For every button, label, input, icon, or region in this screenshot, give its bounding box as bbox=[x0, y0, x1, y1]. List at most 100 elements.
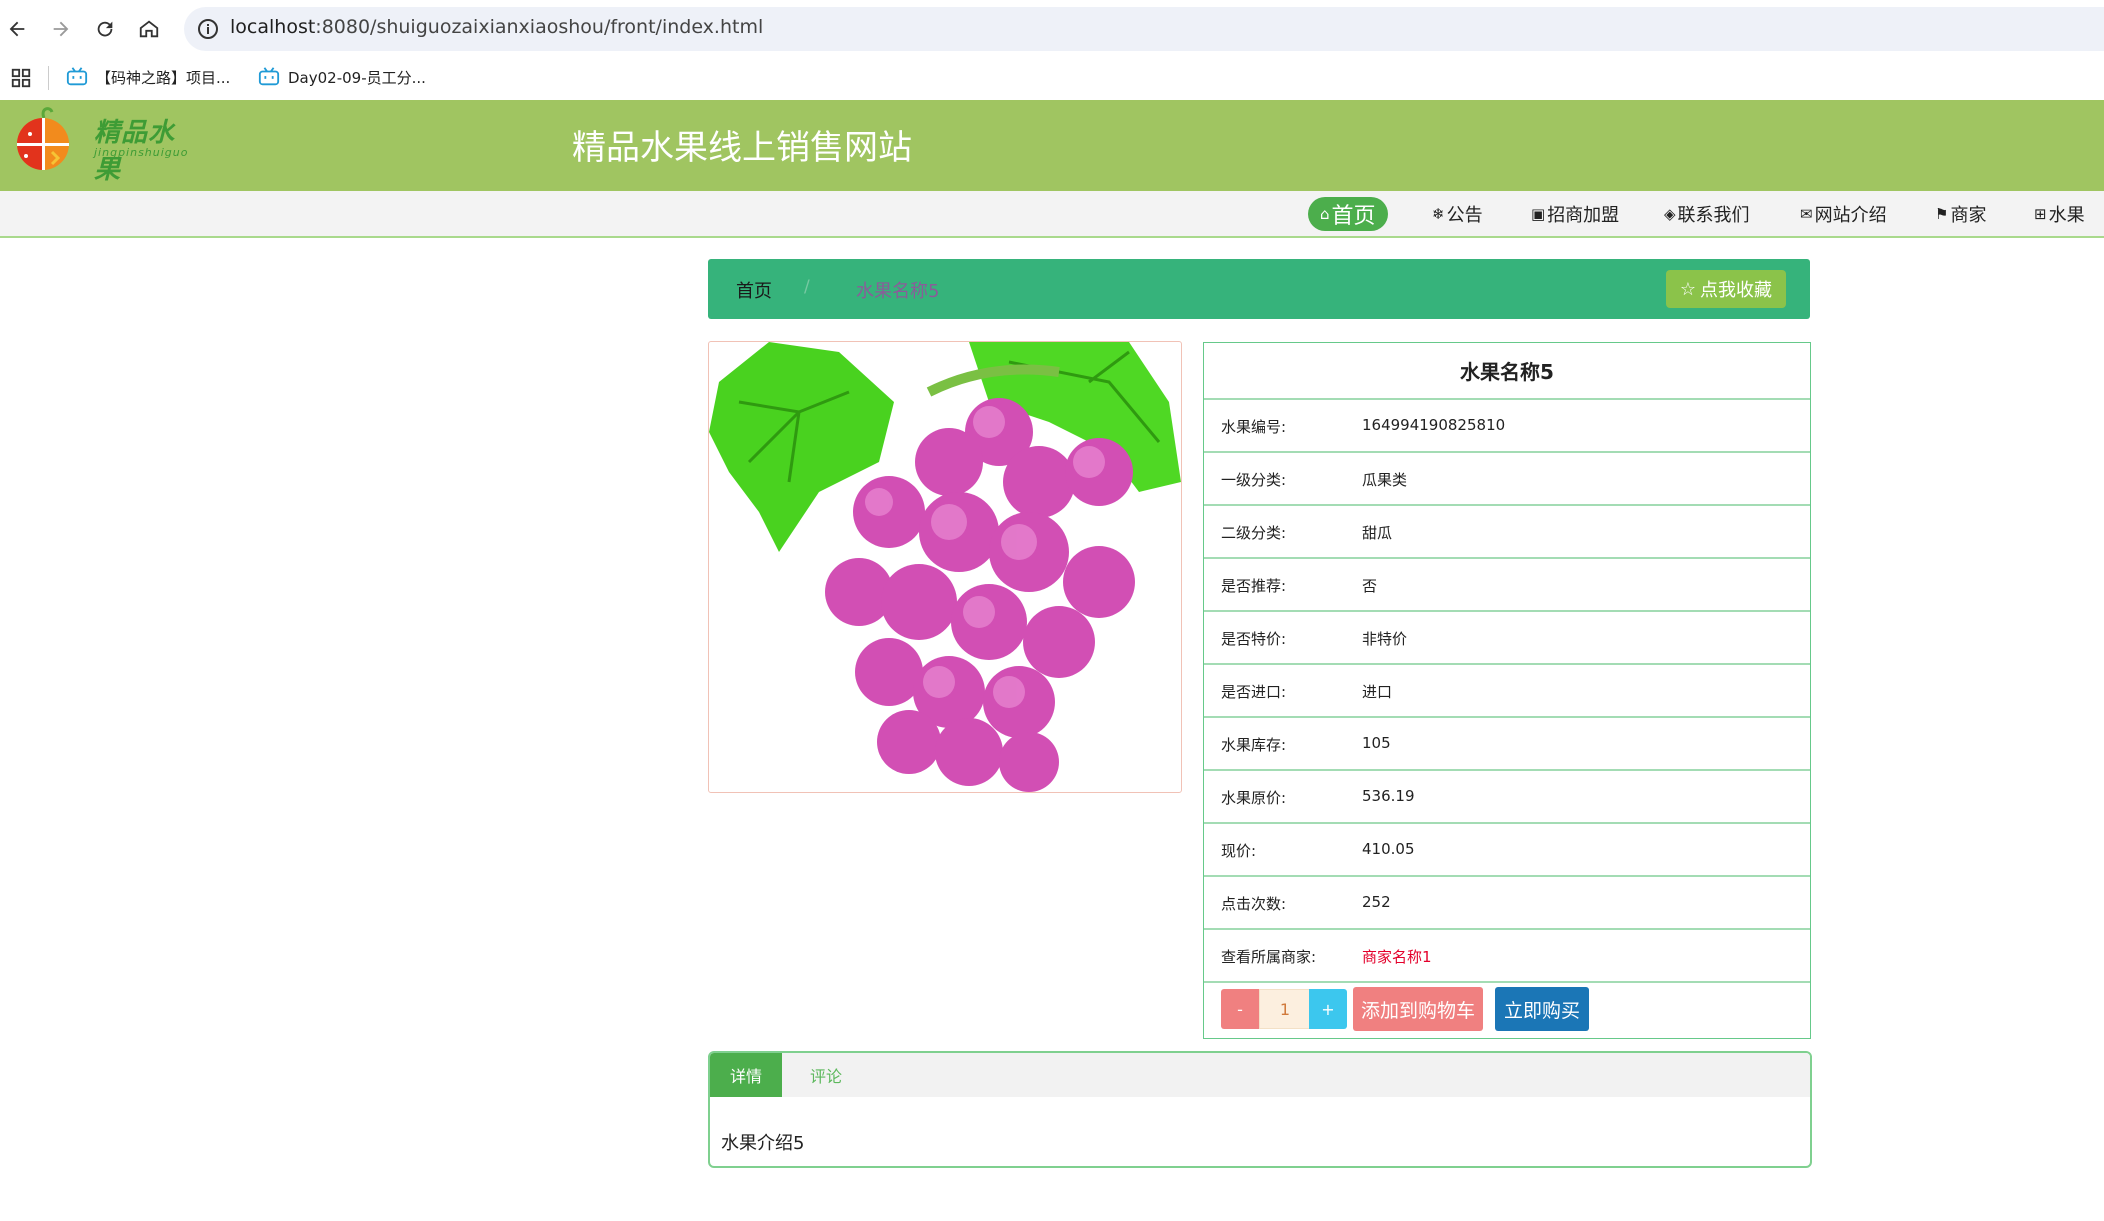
url-host: localhost bbox=[230, 16, 316, 38]
grape-image bbox=[709, 342, 1181, 792]
quantity-decrease-button[interactable]: - bbox=[1221, 989, 1259, 1029]
info-key: 查看所属商家: bbox=[1221, 948, 1317, 966]
url-path: :8080/shuiguozaixianxiaoshou/front/index… bbox=[315, 16, 764, 38]
nav-item-franchise[interactable]: ▣ 招商加盟 bbox=[1531, 197, 1619, 231]
logo-subtext: jingpinshuiguo bbox=[94, 146, 189, 159]
nav-item-merchant[interactable]: ⚑ 商家 bbox=[1935, 197, 1986, 231]
flag-icon: ⚑ bbox=[1935, 205, 1949, 223]
breadcrumb: 首页 / 水果名称5 ☆ 点我收藏 bbox=[708, 259, 1810, 319]
mail-icon: ✉ bbox=[1800, 205, 1813, 223]
nav-item-notice[interactable]: ❄ 公告 bbox=[1432, 197, 1483, 231]
forward-button[interactable] bbox=[46, 14, 76, 44]
snowflake-icon: ❄ bbox=[1432, 205, 1445, 223]
breadcrumb-separator: / bbox=[804, 277, 810, 297]
nav-label: 网站介绍 bbox=[1814, 205, 1887, 226]
buy-now-button[interactable]: 立即购买 bbox=[1495, 987, 1589, 1031]
info-row-stock: 水果库存: 105 bbox=[1204, 718, 1810, 771]
info-icon[interactable] bbox=[196, 17, 220, 41]
tab-details[interactable]: 详情 bbox=[710, 1053, 782, 1097]
url-text: localhost:8080/shuiguozaixianxiaoshou/fr… bbox=[230, 16, 763, 38]
info-row-merchant: 查看所属商家: 商家名称1 bbox=[1204, 930, 1810, 983]
info-key: 水果编号: bbox=[1221, 418, 1287, 436]
nav-label: 公告 bbox=[1446, 205, 1483, 226]
product-name: 水果名称5 bbox=[1204, 343, 1810, 400]
info-key: 是否特价: bbox=[1221, 630, 1287, 648]
nav-item-home[interactable]: ⌂ 首页 bbox=[1308, 197, 1388, 231]
info-value: 甜瓜 bbox=[1362, 524, 1393, 542]
detail-tabs: 详情 评论 水果介绍5 bbox=[708, 1051, 1812, 1168]
info-key: 二级分类: bbox=[1221, 524, 1287, 542]
nav-item-fruit[interactable]: ⊞ 水果 bbox=[2034, 197, 2085, 231]
info-row-clicks: 点击次数: 252 bbox=[1204, 877, 1810, 930]
site-logo[interactable]: 精品水果 jingpinshuiguo bbox=[14, 104, 188, 185]
info-value: 瓜果类 bbox=[1362, 471, 1408, 489]
tab-header: 详情 评论 bbox=[710, 1053, 1810, 1097]
add-to-cart-button[interactable]: 添加到购物车 bbox=[1353, 987, 1483, 1031]
home-icon: ⌂ bbox=[1320, 205, 1330, 223]
layers-icon: ◈ bbox=[1664, 205, 1676, 223]
back-button[interactable] bbox=[2, 14, 32, 44]
info-row-special: 是否特价: 非特价 bbox=[1204, 612, 1810, 665]
house-icon bbox=[139, 20, 159, 38]
quantity-increase-button[interactable]: + bbox=[1309, 989, 1347, 1029]
info-value: 否 bbox=[1362, 577, 1378, 595]
info-value: 105 bbox=[1362, 734, 1391, 752]
arrow-right-icon bbox=[53, 21, 69, 37]
info-key: 点击次数: bbox=[1221, 895, 1287, 913]
nav-item-contact[interactable]: ◈ 联系我们 bbox=[1664, 197, 1750, 231]
favorite-button[interactable]: ☆ 点我收藏 bbox=[1665, 270, 1786, 308]
bookmarks-bar: 【码神之路】项目... Day02-09-员工分... bbox=[0, 58, 2104, 100]
tab-content: 水果介绍5 bbox=[721, 1133, 805, 1154]
bookmark-label: Day02-09-员工分... bbox=[288, 68, 426, 87]
info-key: 是否进口: bbox=[1221, 683, 1287, 701]
info-value: 164994190825810 bbox=[1362, 416, 1506, 434]
favorite-label: 点我收藏 bbox=[1700, 280, 1772, 301]
info-value: 410.05 bbox=[1362, 840, 1415, 858]
breadcrumb-home[interactable]: 首页 bbox=[736, 277, 772, 303]
site-header bbox=[0, 100, 2104, 191]
info-value: 非特价 bbox=[1362, 630, 1408, 648]
apps-grid-icon[interactable] bbox=[10, 67, 32, 89]
reload-icon bbox=[97, 21, 113, 37]
info-row-category2: 二级分类: 甜瓜 bbox=[1204, 506, 1810, 559]
main-nav: ⌂ 首页 ❄ 公告 ▣ 招商加盟 ◈ 联系我们 ✉ 网站介绍 ⚑ 商家 ⊞ 水果 bbox=[0, 191, 2104, 238]
bookmark-item-1[interactable]: 【码神之路】项目... bbox=[66, 66, 230, 88]
reload-button[interactable] bbox=[90, 14, 120, 44]
gift-icon: ⊞ bbox=[2034, 205, 2047, 223]
info-key: 水果库存: bbox=[1221, 736, 1287, 754]
arrow-left-icon bbox=[9, 21, 25, 37]
info-value: 进口 bbox=[1362, 683, 1393, 701]
nav-label: 首页 bbox=[1331, 204, 1376, 229]
quantity-input[interactable]: 1 bbox=[1259, 989, 1311, 1029]
nav-label: 商家 bbox=[1950, 205, 1987, 226]
bilibili-icon bbox=[258, 67, 280, 86]
merchant-link[interactable]: 商家名称1 bbox=[1362, 946, 1432, 967]
product-info-table: 水果名称5 水果编号: 164994190825810 一级分类: 瓜果类 二级… bbox=[1203, 342, 1811, 1039]
info-row-recommend: 是否推荐: 否 bbox=[1204, 559, 1810, 612]
nav-item-about[interactable]: ✉ 网站介绍 bbox=[1800, 197, 1887, 231]
info-key: 一级分类: bbox=[1221, 471, 1287, 489]
breadcrumb-current: 水果名称5 bbox=[856, 281, 940, 302]
info-value: 252 bbox=[1362, 893, 1391, 911]
site-title: 精品水果线上销售网站 bbox=[572, 128, 912, 168]
info-row-import: 是否进口: 进口 bbox=[1204, 665, 1810, 718]
info-row-id: 水果编号: 164994190825810 bbox=[1204, 400, 1810, 453]
tab-comments[interactable]: 评论 bbox=[782, 1053, 870, 1097]
bookmark-item-2[interactable]: Day02-09-员工分... bbox=[258, 66, 426, 88]
browser-toolbar: localhost:8080/shuiguozaixianxiaoshou/fr… bbox=[0, 0, 2104, 58]
nav-label: 水果 bbox=[2048, 205, 2085, 226]
bookmark-label: 【码神之路】项目... bbox=[96, 68, 231, 87]
purchase-controls: - 1 + 添加到购物车 立即购买 bbox=[1204, 980, 1810, 1038]
clipboard-icon: ▣ bbox=[1531, 205, 1546, 223]
info-key: 现价: bbox=[1221, 842, 1257, 860]
info-key: 是否推荐: bbox=[1221, 577, 1287, 595]
bookmarks-separator bbox=[48, 66, 49, 90]
fruit-logo-icon bbox=[17, 107, 69, 170]
address-bar[interactable]: localhost:8080/shuiguozaixianxiaoshou/fr… bbox=[184, 7, 2104, 51]
nav-label: 联系我们 bbox=[1677, 205, 1750, 226]
info-row-original-price: 水果原价: 536.19 bbox=[1204, 771, 1810, 824]
home-button[interactable] bbox=[134, 14, 164, 44]
info-value: 536.19 bbox=[1362, 787, 1415, 805]
nav-label: 招商加盟 bbox=[1547, 205, 1620, 226]
info-row-category1: 一级分类: 瓜果类 bbox=[1204, 453, 1810, 506]
